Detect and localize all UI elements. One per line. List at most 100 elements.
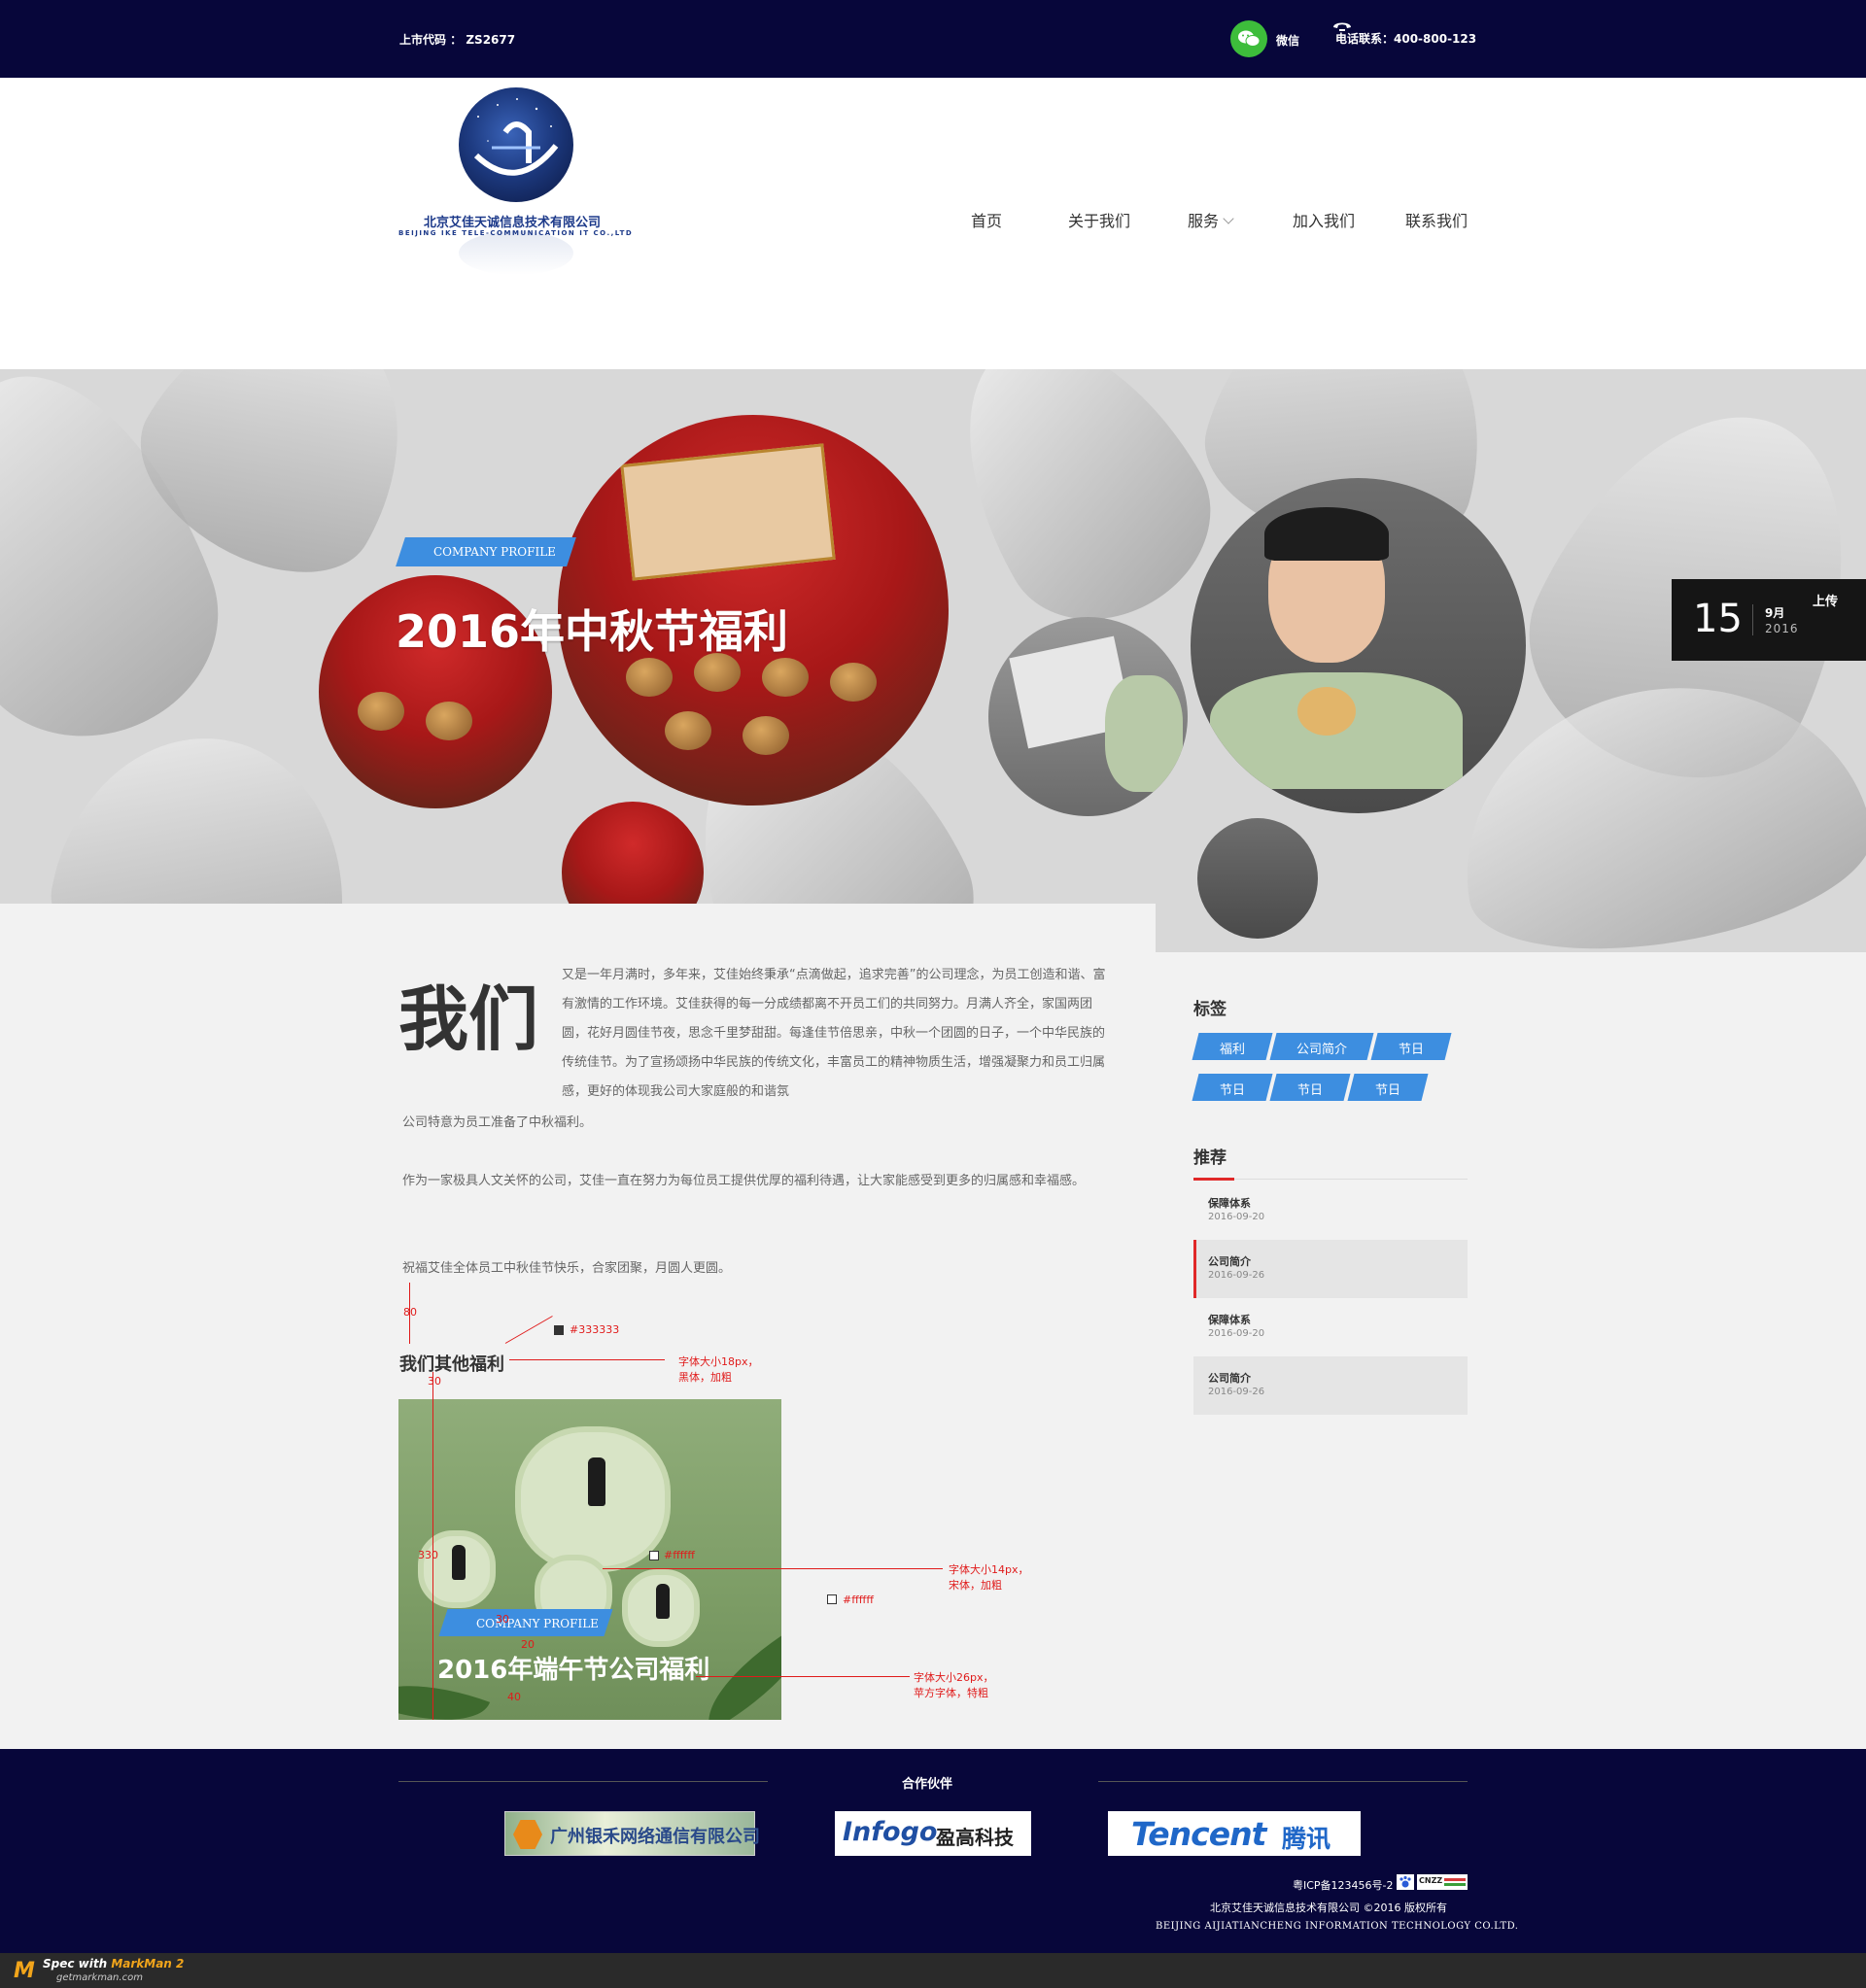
arm bbox=[1105, 675, 1183, 792]
logo-name-en: BEIJING IKE TELE-COMMUNICATION IT CO.,LT… bbox=[398, 229, 634, 237]
recommend-title: 保障体系 bbox=[1208, 1314, 1251, 1326]
spec-color-fff-1: #ffffff bbox=[664, 1549, 695, 1561]
card-title: 2016年端午节公司福利 bbox=[437, 1656, 710, 1685]
spec-20: 20 bbox=[521, 1638, 535, 1651]
cnzz-badge[interactable]: CNZZ bbox=[1417, 1874, 1468, 1890]
nav-home[interactable]: 首页 bbox=[971, 208, 1002, 231]
banner-title: 2016年中秋节福利 bbox=[396, 605, 789, 658]
copyright: 北京艾佳天诚信息技术有限公司 ©2016 版权所有 bbox=[1210, 1902, 1447, 1914]
partner-name-en: Tencent bbox=[1131, 1815, 1266, 1853]
partner-name-cn: 盈高科技 bbox=[936, 1826, 1014, 1849]
color-swatch bbox=[554, 1325, 564, 1335]
spec-gap-80: 80 bbox=[403, 1306, 417, 1319]
other-welfare-title: 我们其他福利 bbox=[399, 1354, 504, 1375]
article-paragraph-2: 作为一家极具人文关怀的公司，艾佳一直在努力为每位员工提供优厚的福利待遇，让大家能… bbox=[402, 1174, 1086, 1188]
nav-services-label: 服务 bbox=[1188, 212, 1220, 230]
employee-photo-small bbox=[1197, 818, 1318, 939]
bottle bbox=[656, 1584, 670, 1619]
spec-font-26-note: 苹方字体，特粗 bbox=[914, 1687, 988, 1699]
wechat-icon[interactable] bbox=[1230, 20, 1267, 57]
partner-name-cn: 腾讯 bbox=[1282, 1825, 1331, 1853]
company-logo[interactable]: 北京艾佳天诚信息技术有限公司 BEIJING IKE TELE-COMMUNIC… bbox=[398, 86, 646, 280]
partner-logo-yinhe[interactable]: 广州银禾网络通信有限公司 bbox=[504, 1811, 760, 1856]
markman-url: getmarkman.com bbox=[56, 1972, 143, 1983]
markman-name: MarkMan 2 bbox=[111, 1957, 185, 1971]
spec-font-18-note: 黑体，加粗 bbox=[678, 1371, 732, 1384]
copyright-en: BEIJING AIJIATIANCHENG INFORMATION TECHN… bbox=[1156, 1921, 1519, 1932]
recommend-date: 2016-09-20 bbox=[1208, 1212, 1265, 1222]
spec-pointer bbox=[696, 1676, 910, 1677]
spec-color-333: #333333 bbox=[570, 1323, 620, 1336]
content-background bbox=[0, 904, 1156, 952]
mooncake bbox=[762, 658, 809, 697]
company-profile-badge-text: COMPANY PROFILE bbox=[433, 545, 556, 559]
spec-font-26: 字体大小26px， bbox=[914, 1671, 994, 1684]
logo-reflection bbox=[459, 231, 573, 275]
cnzz-stripe bbox=[1444, 1878, 1466, 1881]
spec-40: 40 bbox=[507, 1691, 521, 1703]
dragon-boat-card[interactable]: COMPANY PROFILE 2016年端午节公司福利 bbox=[398, 1399, 781, 1720]
site-header: 北京艾佳天诚信息技术有限公司 BEIJING IKE TELE-COMMUNIC… bbox=[0, 78, 1866, 369]
bottle bbox=[452, 1545, 466, 1580]
color-swatch bbox=[827, 1594, 837, 1604]
recommend-item[interactable]: 保障体系 2016-09-20 bbox=[1193, 1182, 1468, 1240]
wechat-label[interactable]: 微信 bbox=[1276, 32, 1299, 49]
recommend-title: 保障体系 bbox=[1208, 1197, 1251, 1210]
package-photo bbox=[988, 617, 1188, 816]
cnzz-text: CNZZ bbox=[1419, 1876, 1443, 1885]
phone-number[interactable]: 电话联系：400-800-123 bbox=[1335, 30, 1476, 47]
markman-icon: M bbox=[14, 1959, 35, 1983]
recommend-title: 公司简介 bbox=[1208, 1372, 1251, 1385]
partner-name-en: Infogo bbox=[843, 1817, 938, 1847]
recommend-date: 2016-09-26 bbox=[1208, 1387, 1265, 1397]
footer-divider bbox=[1098, 1781, 1468, 1782]
mooncake bbox=[830, 663, 877, 702]
article-paragraph-1: 又是一年月满时，多年来，艾佳始终秉承“点滴做起，追求完善”的公司理念，为员工创造… bbox=[562, 968, 1106, 1099]
tag-label: 节日 bbox=[1219, 1083, 1245, 1098]
spec-pointer bbox=[504, 1316, 553, 1344]
partner-logo-tencent[interactable]: Tencent 腾讯 bbox=[1108, 1811, 1361, 1856]
recommend-item-active[interactable]: 公司简介 2016-09-26 bbox=[1193, 1240, 1468, 1298]
partner-logo-infogo[interactable]: Infogo 盈高科技 bbox=[835, 1811, 1031, 1856]
date-day: 15 bbox=[1693, 597, 1743, 641]
nav-services[interactable]: 服务 bbox=[1188, 208, 1234, 231]
spec-guide-line bbox=[432, 1372, 433, 1720]
mooncake bbox=[1297, 687, 1356, 736]
employee-photo bbox=[1191, 478, 1526, 813]
spec-color-fff-2: #ffffff bbox=[843, 1594, 874, 1606]
markman-watermark: M Spec with MarkMan 2 getmarkman.com bbox=[0, 1953, 1866, 1988]
tag-label: 节日 bbox=[1296, 1083, 1323, 1098]
date-box: 15 9月 2016 上传 bbox=[1672, 579, 1866, 661]
hero-banner bbox=[0, 369, 1866, 952]
nav-join[interactable]: 加入我们 bbox=[1293, 208, 1355, 231]
nav-contact[interactable]: 联系我们 bbox=[1405, 208, 1468, 231]
spec-font-18: 字体大小18px， bbox=[678, 1355, 759, 1368]
partner-name: 广州银禾网络通信有限公司 bbox=[550, 1827, 760, 1847]
mooncake bbox=[665, 711, 711, 750]
spec-font-14: 字体大小14px， bbox=[949, 1563, 1029, 1576]
tag-label: 节日 bbox=[1398, 1043, 1424, 1057]
tag-label: 福利 bbox=[1219, 1043, 1245, 1057]
recommend-item[interactable]: 公司简介 2016-09-26 bbox=[1193, 1356, 1468, 1415]
nav-about[interactable]: 关于我们 bbox=[1068, 208, 1130, 231]
logo-name-cn: 北京艾佳天诚信息技术有限公司 bbox=[424, 216, 602, 230]
recommend-divider-accent bbox=[1193, 1178, 1234, 1181]
spec-font-14-note: 宋体，加粗 bbox=[949, 1579, 1002, 1592]
recommend-heading: 推荐 bbox=[1193, 1148, 1227, 1168]
card-badge-text: COMPANY PROFILE bbox=[476, 1617, 599, 1630]
partners-title: 合作伙伴 bbox=[902, 1777, 953, 1792]
site-footer: 合作伙伴 广州银禾网络通信有限公司 Infogo 盈高科技 Tencent 腾讯… bbox=[0, 1749, 1866, 1953]
cnzz-stripe bbox=[1444, 1883, 1466, 1886]
paw-icon bbox=[1397, 1874, 1414, 1890]
article-paragraph-3: 祝福艾佳全体员工中秋佳节快乐，合家团聚，月圆人更圆。 bbox=[402, 1261, 732, 1276]
active-indicator bbox=[1193, 1240, 1196, 1298]
upload-label: 上传 bbox=[1813, 595, 1839, 609]
article-heading: 我们 bbox=[398, 978, 539, 1060]
stock-code: 上市代码 ： ZS2677 bbox=[399, 33, 516, 47]
recommend-title: 公司简介 bbox=[1208, 1255, 1251, 1268]
recommend-date: 2016-09-20 bbox=[1208, 1328, 1265, 1339]
icp-number[interactable]: 粤ICP备123456号-2 bbox=[1293, 1877, 1394, 1893]
footer-divider bbox=[398, 1781, 768, 1782]
recommend-item[interactable]: 保障体系 2016-09-20 bbox=[1193, 1298, 1468, 1356]
mooncake bbox=[743, 716, 789, 755]
